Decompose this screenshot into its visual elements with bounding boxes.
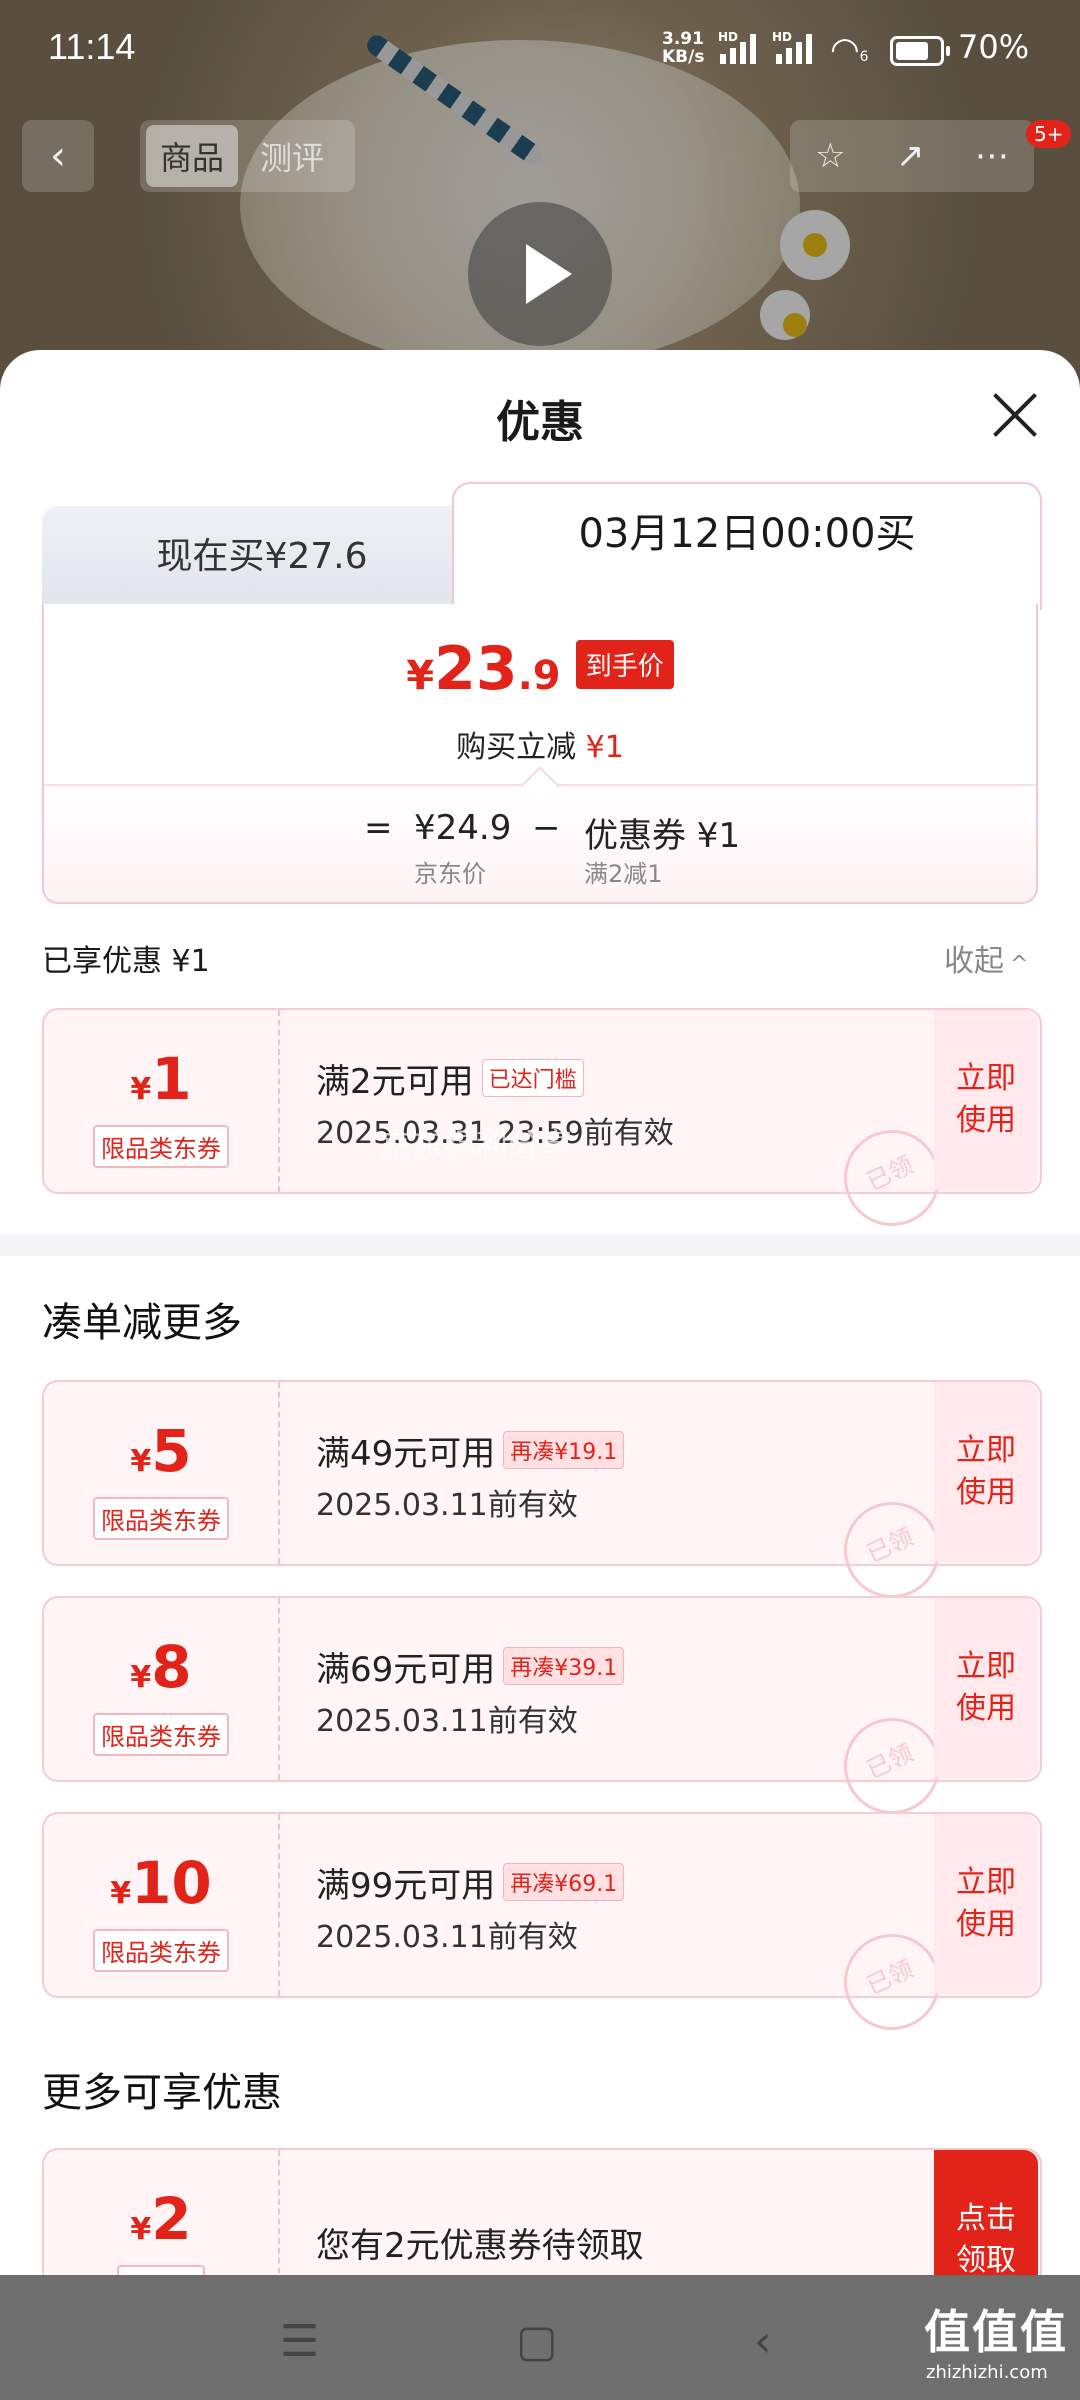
net-speed: 3.91 KB/s: [662, 29, 705, 67]
jd-price-label: 京东价: [414, 860, 486, 888]
price-formula: = ¥24.9 京东价 − 优惠券 ¥1 满2减1: [44, 794, 1036, 894]
coupon-amount: ¥10: [110, 1849, 212, 1917]
discount-sheet: 优惠 现在买¥27.6 03月12日00:00买 ¥23.9 到手价 购买立减 …: [0, 350, 1080, 2275]
section-extra-title: 更多可享优惠: [42, 2070, 282, 2116]
brand-logo: 值值值: [924, 2305, 1068, 2359]
jd-price: ¥24.9: [414, 808, 512, 848]
coupon-card[interactable]: ¥10 限品类东券 满99元可用 再凑¥69.1 2025.03.11前有效 已领…: [42, 1812, 1042, 2046]
coupon-card[interactable]: ¥2 省钱卡 您有2元优惠券待领取 点击 领取: [42, 2148, 1042, 2275]
coupon-kind: 限品类东券: [93, 1497, 229, 1540]
price-panel: ¥23.9 到手价 购买立减 ¥1 = ¥24.9 京东价 − 优惠券 ¥1 满…: [42, 604, 1038, 904]
coupon-card[interactable]: ¥5 限品类东券 满49元可用 再凑¥19.1 2025.03.11前有效 已领 …: [42, 1380, 1042, 1614]
sheet-title: 优惠: [496, 397, 584, 448]
tab-buy-now[interactable]: 现在买¥27.6: [42, 506, 482, 606]
use-now-button[interactable]: 立即 使用: [934, 1598, 1038, 1778]
coupon-condition: 满69元可用 再凑¥39.1: [316, 1642, 625, 1691]
final-price: ¥23.9 到手价: [44, 634, 1036, 704]
back-button[interactable]: ‹: [22, 120, 94, 192]
menu-icon[interactable]: ☰: [280, 2316, 319, 2367]
coupon-chip: 再凑¥39.1: [503, 1647, 625, 1685]
coupon-expiry: 2025.03.11前有效: [316, 1920, 578, 1955]
coupon-amount: ¥2: [130, 2185, 192, 2253]
coupon-amount: ¥5: [130, 1417, 192, 1485]
battery-percent: 70%: [958, 28, 1030, 66]
back-icon[interactable]: ‹: [754, 2316, 772, 2367]
equals-sign: =: [364, 808, 393, 848]
section-gap: [0, 1234, 1080, 1256]
coupon-kind: 限品类东券: [93, 1713, 229, 1756]
coupon-expiry: 2025.03.11前有效: [316, 1488, 578, 1523]
tab-buy-later[interactable]: 03月12日00:00买: [452, 482, 1042, 610]
minus-sign: −: [532, 808, 561, 848]
status-bar: 11:14 3.91 KB/s HD HD ◠6 70%: [0, 0, 1080, 100]
nav-actions: ☆ ↗ ⋯: [790, 120, 1034, 192]
use-now-button[interactable]: 立即 使用: [934, 1814, 1038, 1994]
brand-url: zhizhizhi.com: [926, 2362, 1048, 2383]
coupon-chip: 已达门槛: [481, 1059, 584, 1097]
system-nav-bar: ☰ ▢ ‹: [0, 2276, 1080, 2400]
coupon-card[interactable]: ¥1 限品类东券 满2元可用 已达门槛 2025.03.31 23:59前有效 已…: [42, 1008, 1042, 1242]
claim-button[interactable]: 点击 领取: [934, 2150, 1038, 2275]
coupon-expiry: 2025.03.11前有效: [316, 1704, 578, 1739]
coupon-deduction-label: 满2减1: [584, 860, 663, 888]
use-now-button[interactable]: 立即 使用: [934, 1382, 1038, 1562]
coupon-kind: 限品类东券: [93, 1929, 229, 1972]
wifi-icon: ◠6: [830, 30, 869, 70]
final-price-tag: 到手价: [575, 640, 674, 689]
coupon-chip: 再凑¥69.1: [503, 1863, 625, 1901]
chevron-up-icon: ^: [1010, 952, 1029, 977]
home-icon[interactable]: ▢: [516, 2316, 558, 2367]
collapse-button[interactable]: 收起 ^: [944, 936, 1028, 980]
favorite-icon[interactable]: ☆: [815, 136, 845, 176]
coupon-card[interactable]: ¥8 限品类东券 满69元可用 再凑¥39.1 2025.03.11前有效 已领 …: [42, 1596, 1042, 1830]
play-video-button[interactable]: [468, 202, 612, 346]
signal-icon: [776, 34, 812, 64]
coupon-separator: [278, 1010, 280, 1192]
status-time: 11:14: [48, 26, 136, 67]
purchase-reduce: 购买立减 ¥1: [456, 730, 624, 765]
coupon-amount: ¥1: [130, 1045, 192, 1113]
coupon-amount-area: ¥1 限品类东券: [44, 1010, 278, 1192]
product-tabs: 商品 测评: [140, 120, 355, 192]
coupon-condition: 您有2元优惠券待领取: [316, 2226, 644, 2266]
top-nav: ‹ 商品 测评 ☆ ↗ ⋯ 5+: [0, 120, 1080, 196]
coupon-condition: 满49元可用 再凑¥19.1: [316, 1426, 625, 1475]
coupon-kind: 限品类东券: [93, 1125, 229, 1168]
coupon-kind: 省钱卡: [117, 2265, 205, 2275]
coupon-deduction: 优惠券 ¥1: [584, 816, 741, 856]
message-badge: 5+: [1026, 120, 1072, 148]
enjoyed-discount: 已享优惠 ¥1: [42, 944, 210, 979]
watermark-text: 京东福利分享: [380, 1126, 573, 1164]
price-comparison: 现在买¥27.6 03月12日00:00买 ¥23.9 到手价 购买立减 ¥1 …: [42, 482, 1042, 904]
tab-review[interactable]: 测评: [246, 125, 338, 187]
coupon-chip: 再凑¥19.1: [503, 1431, 625, 1469]
coupon-condition: 满99元可用 再凑¥69.1: [316, 1858, 625, 1907]
use-now-button[interactable]: 立即 使用: [934, 1010, 1038, 1190]
coupon-amount: ¥8: [130, 1633, 192, 1701]
coupon-condition: 满2元可用 已达门槛: [316, 1054, 584, 1103]
close-icon[interactable]: [990, 390, 1040, 440]
battery-icon: [890, 36, 950, 66]
signal-icon: [720, 34, 756, 64]
section-more-title: 凑单减更多: [42, 1300, 242, 1346]
tab-product[interactable]: 商品: [146, 125, 239, 187]
share-icon[interactable]: ↗: [896, 136, 925, 176]
more-icon[interactable]: ⋯: [975, 136, 1009, 176]
